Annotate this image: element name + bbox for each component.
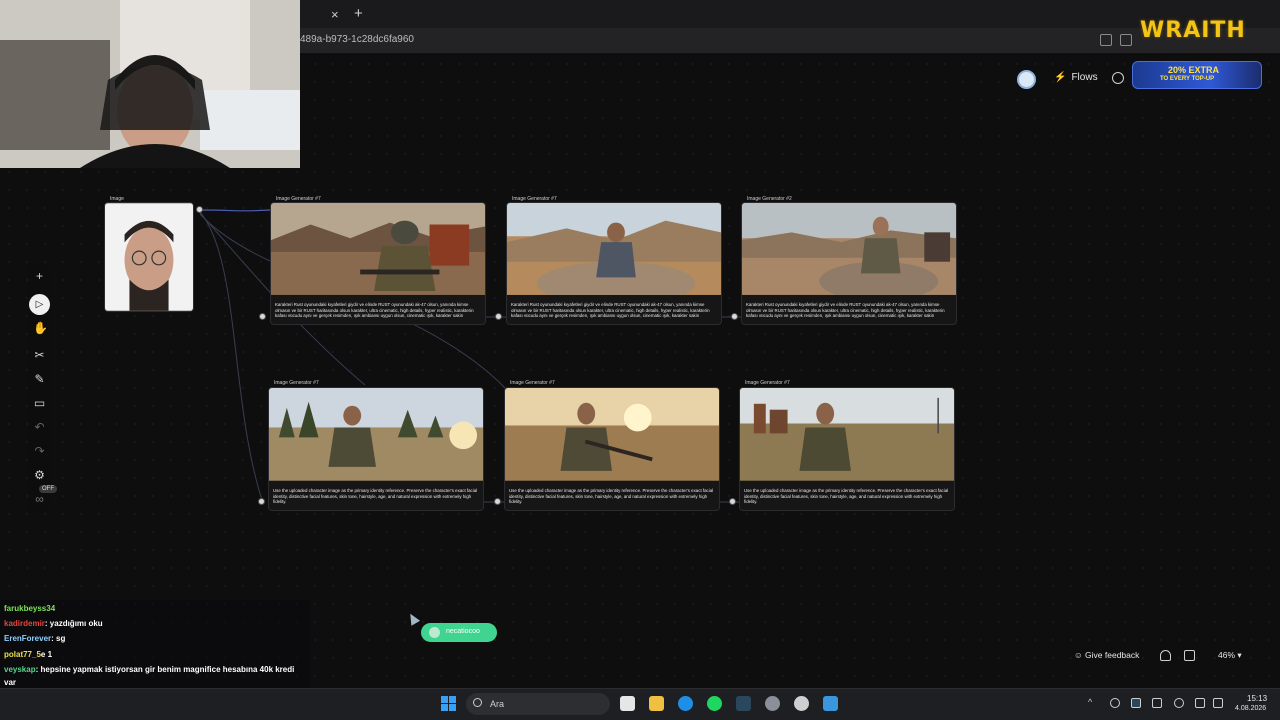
- steam-tray-icon[interactable]: [1131, 698, 1141, 708]
- display-icon[interactable]: [1195, 698, 1205, 708]
- steam-icon[interactable]: [736, 696, 751, 711]
- webcam-scene: [0, 0, 300, 168]
- node-prompt: Karakteri Rust oyunundaki kıyafetleri gi…: [511, 302, 710, 319]
- node-label: Image Generator #7: [745, 380, 790, 386]
- start-menu-icon[interactable]: [441, 696, 456, 711]
- node-prompt: Use the uploaded character image as the …: [509, 488, 714, 505]
- chat-username[interactable]: kadirdemir: [4, 619, 45, 628]
- chat-line: polat77_5e 1: [4, 650, 52, 659]
- node-prompt: Karakteri Rust oyunundaki kıyafetleri gi…: [746, 302, 945, 319]
- chat-message-text: e 1: [40, 650, 53, 659]
- map-icon[interactable]: [1184, 650, 1195, 661]
- microphone-icon[interactable]: [1174, 698, 1184, 708]
- generated-image: [507, 203, 721, 295]
- generated-image: [505, 388, 719, 481]
- chat-username[interactable]: ErenForever: [4, 634, 51, 643]
- generated-image: [740, 388, 954, 481]
- generated-image: [742, 203, 956, 295]
- node-label: Image Generator #7: [510, 380, 555, 386]
- image-generator-node[interactable]: Use the uploaded character image as the …: [739, 387, 955, 511]
- chat-line: kadirdemir: yazdığımı oku: [4, 619, 103, 628]
- image-generator-node[interactable]: Karakteri Rust oyunundaki kıyafetleri gi…: [270, 202, 486, 325]
- network-off-icon[interactable]: [1152, 698, 1162, 708]
- github-icon[interactable]: [794, 696, 809, 711]
- chevron-up-icon[interactable]: ^: [1088, 697, 1098, 707]
- node-prompt: Karakteri Rust oyunundaki kıyafetleri gi…: [275, 302, 474, 319]
- node-prompt: Use the uploaded character image as the …: [744, 488, 949, 505]
- give-feedback-label: Give feedback: [1085, 650, 1140, 660]
- image-generator-node[interactable]: Karakteri Rust oyunundaki kıyafetleri gi…: [506, 202, 722, 325]
- give-feedback-button[interactable]: ☺ Give feedback: [1074, 650, 1139, 660]
- output-port[interactable]: [196, 206, 203, 213]
- zoom-select[interactable]: 46% ▾: [1218, 650, 1242, 661]
- chat-message-text: : yazdığımı oku: [44, 619, 103, 628]
- taskbar-search[interactable]: [466, 693, 610, 715]
- file-explorer-icon[interactable]: [649, 696, 664, 711]
- input-port[interactable]: [258, 498, 265, 505]
- node-prompt: Use the uploaded character image as the …: [273, 488, 478, 505]
- input-port[interactable]: [731, 313, 738, 320]
- generated-image: [271, 203, 485, 295]
- clock-date[interactable]: 4.08.2026: [1235, 705, 1266, 712]
- input-port[interactable]: [259, 313, 266, 320]
- search-icon: [473, 698, 482, 707]
- clock-time[interactable]: 15:13: [1247, 694, 1267, 703]
- chat-line: veyskap: hepsine yapmak istiyorsan gir b…: [4, 665, 294, 674]
- app-icon[interactable]: [765, 696, 780, 711]
- webcam-overlay: [0, 0, 300, 168]
- image-generator-node[interactable]: Karakteri Rust oyunundaki kıyafetleri gi…: [741, 202, 957, 325]
- editor-icon[interactable]: [823, 696, 838, 711]
- learn-icon[interactable]: [1160, 650, 1171, 661]
- chat-line: ErenForever: sg: [4, 634, 65, 643]
- portrait-image: [105, 203, 193, 311]
- volume-icon[interactable]: [1213, 698, 1223, 708]
- input-port[interactable]: [729, 498, 736, 505]
- input-port[interactable]: [495, 313, 502, 320]
- chat-line: farukbeyss34: [4, 604, 55, 613]
- chat-username[interactable]: polat77_5: [4, 650, 41, 659]
- collaborator-name: necatiocoo: [446, 628, 480, 635]
- chat-line: var: [4, 678, 16, 687]
- image-generator-node[interactable]: Use the uploaded character image as the …: [504, 387, 720, 511]
- image-generator-node[interactable]: Use the uploaded character image as the …: [268, 387, 484, 511]
- task-view-icon[interactable]: [620, 696, 635, 711]
- chat-username[interactable]: farukbeyss34: [4, 604, 55, 613]
- edge-icon[interactable]: [678, 696, 693, 711]
- chat-username[interactable]: veyskap: [4, 665, 36, 674]
- spotify-icon[interactable]: [707, 696, 722, 711]
- chat-message-text: var: [4, 678, 17, 687]
- input-port[interactable]: [494, 498, 501, 505]
- collaborator-avatar: [429, 627, 440, 638]
- zoom-value: 46%: [1218, 650, 1236, 660]
- chat-message-text: : hepsine yapmak istiyorsan gir benim ma…: [35, 665, 295, 674]
- sync-icon[interactable]: [1110, 698, 1120, 708]
- search-placeholder: Ara: [490, 699, 505, 709]
- chat-message-text: : sg: [51, 634, 66, 643]
- input-image-node[interactable]: [104, 202, 194, 312]
- generated-image: [269, 388, 483, 481]
- node-label: Image Generator #7: [274, 380, 319, 386]
